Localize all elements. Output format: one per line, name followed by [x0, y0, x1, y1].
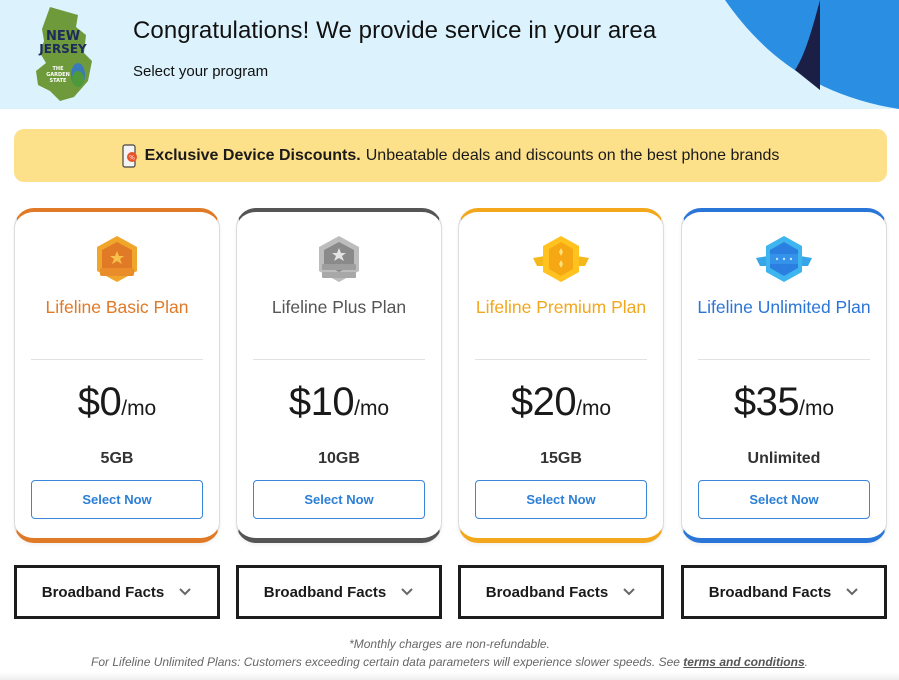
plan-card-basic: Lifeline Basic Plan $0/mo 5GB Select Now — [14, 208, 220, 543]
select-now-button[interactable]: Select Now — [475, 480, 647, 519]
broadband-facts-label: Broadband Facts — [485, 583, 609, 601]
plan-price: $10/mo — [237, 380, 441, 425]
plan-name: Lifeline Basic Plan — [45, 297, 189, 317]
broadband-facts-toggle-unlimited[interactable]: Broadband Facts — [681, 565, 887, 619]
price-amount: $0 — [77, 380, 122, 424]
plan-card-unlimited: Lifeline Unlimited Plan $35/mo Unlimited… — [681, 208, 887, 543]
plan-data: Unlimited — [747, 450, 821, 467]
new-jersey-logo: NEW JERSEY THE GARDEN STATE — [36, 7, 92, 101]
select-now-button[interactable]: Select Now — [698, 480, 870, 519]
plan-name: Lifeline Unlimited Plan — [697, 297, 871, 317]
broadband-facts-toggle-basic[interactable]: Broadband Facts — [14, 565, 220, 619]
plan-data: 15GB — [540, 450, 582, 467]
divider — [31, 359, 203, 360]
unlimited-note-text: For Lifeline Unlimited Plans: Customers … — [91, 655, 684, 669]
page-title: Congratulations! We provide service in y… — [133, 17, 657, 44]
broadband-facts-label: Broadband Facts — [263, 583, 387, 601]
chevron-down-icon — [623, 588, 635, 596]
price-period: /mo — [799, 397, 835, 420]
silver-badge-icon — [319, 236, 359, 282]
price-amount: $10 — [288, 380, 355, 424]
plan-card-plus: Lifeline Plus Plan $10/mo 10GB Select No… — [236, 208, 442, 543]
plan-card-premium: Lifeline Premium Plan $20/mo 15GB Select… — [458, 208, 664, 543]
page-fold-shadow — [0, 672, 899, 680]
gold-badge-icon — [533, 236, 589, 282]
chevron-down-icon — [401, 588, 413, 596]
price-period: /mo — [576, 397, 612, 420]
diamond-badge-icon — [756, 236, 812, 282]
svg-text:%: % — [129, 154, 135, 161]
price-period: /mo — [121, 397, 157, 420]
header-decoration — [725, 0, 899, 109]
header: NEW JERSEY THE GARDEN STATE Congratulati… — [0, 0, 899, 109]
divider — [253, 359, 425, 360]
broadband-facts-toggle-plus[interactable]: Broadband Facts — [236, 565, 442, 619]
logo-text-jersey: JERSEY — [38, 42, 87, 56]
divider — [698, 359, 870, 360]
broadband-facts-label: Broadband Facts — [708, 583, 832, 601]
price-amount: $20 — [510, 380, 577, 424]
banner-headline: Exclusive Device Discounts. — [144, 146, 361, 164]
broadband-facts-label: Broadband Facts — [41, 583, 165, 601]
price-amount: $35 — [733, 380, 800, 424]
plan-price: $35/mo — [682, 380, 886, 425]
broadband-facts-toggle-premium[interactable]: Broadband Facts — [458, 565, 664, 619]
plan-data: 5GB — [100, 450, 134, 467]
chevron-down-icon — [846, 588, 858, 596]
plan-price: $0/mo — [15, 380, 219, 425]
svg-text:STATE: STATE — [50, 78, 68, 84]
select-now-button[interactable]: Select Now — [31, 480, 203, 519]
device-discount-banner[interactable]: % Exclusive Device Discounts. Unbeatable… — [14, 129, 887, 182]
note-period: . — [804, 655, 808, 669]
bronze-badge-icon — [97, 236, 137, 282]
select-now-button[interactable]: Select Now — [253, 480, 425, 519]
chevron-down-icon — [179, 588, 191, 596]
plan-price: $20/mo — [459, 380, 663, 425]
price-period: /mo — [354, 397, 390, 420]
plan-name: Lifeline Premium Plan — [475, 297, 647, 317]
banner-text: Unbeatable deals and discounts on the be… — [365, 146, 780, 164]
phone-discount-icon: % — [122, 143, 137, 168]
terms-link[interactable]: terms and conditions — [683, 655, 804, 669]
unlimited-note: For Lifeline Unlimited Plans: Customers … — [0, 655, 899, 669]
plan-name: Lifeline Plus Plan — [271, 297, 407, 317]
plan-data: 10GB — [318, 450, 360, 467]
refund-note: *Monthly charges are non-refundable. — [349, 637, 550, 651]
divider — [475, 359, 647, 360]
page-subtitle: Select your program — [133, 63, 269, 80]
